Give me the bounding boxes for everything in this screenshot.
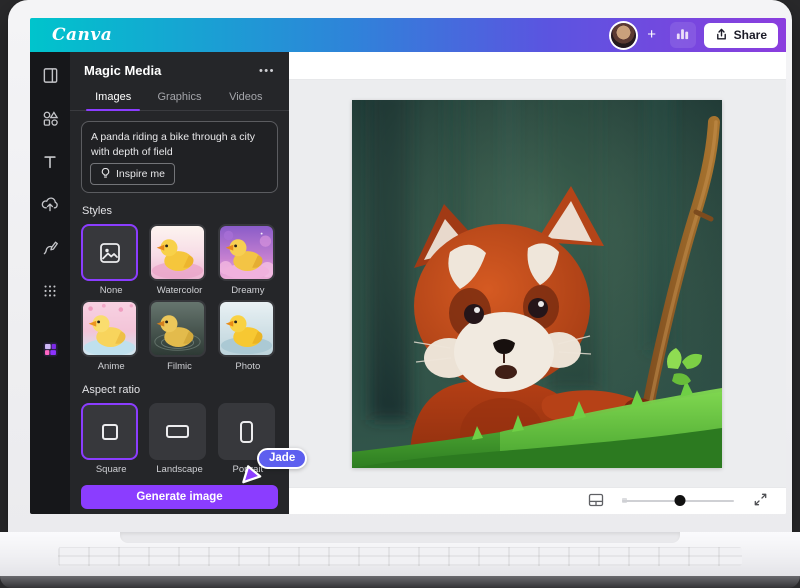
ratio-option-landscape[interactable]: Landscape xyxy=(149,403,209,475)
portrait-ratio-tile xyxy=(218,403,275,460)
duck-thumbnail-anime xyxy=(81,300,138,357)
text-icon xyxy=(42,154,58,173)
style-option-watercolor[interactable]: Watercolor xyxy=(149,224,209,296)
style-option-filmic[interactable]: Filmic xyxy=(149,300,209,372)
panel-content: A panda riding a bike through a city wit… xyxy=(70,111,289,509)
design-icon xyxy=(42,67,59,87)
panel-title: Magic Media xyxy=(84,63,161,78)
canvas-area[interactable] xyxy=(289,80,786,487)
grid-view-icon xyxy=(588,493,604,510)
image-placeholder-icon xyxy=(98,241,122,265)
laptop-keyboard xyxy=(58,547,742,566)
share-label: Share xyxy=(734,28,767,42)
ratio-label: Portrait xyxy=(218,464,278,475)
style-none-thumbnail xyxy=(81,224,138,281)
sidebar-item-text[interactable] xyxy=(40,154,60,172)
style-label: Dreamy xyxy=(218,285,278,296)
style-label: Anime xyxy=(81,361,141,372)
sidebar-item-uploads[interactable] xyxy=(40,197,60,215)
styles-heading: Styles xyxy=(82,205,277,217)
generate-image-button[interactable]: Generate image xyxy=(81,485,278,509)
style-label: Watercolor xyxy=(149,285,209,296)
sidebar-item-magic-media-app[interactable] xyxy=(40,342,60,360)
avatar[interactable] xyxy=(611,23,636,48)
analytics-button[interactable] xyxy=(670,22,696,48)
bar-chart-icon xyxy=(675,26,690,44)
expand-icon xyxy=(754,493,767,509)
zoom-slider-handle[interactable] xyxy=(675,495,686,506)
app-body: Magic Media ••• Images Graphics Videos A… xyxy=(30,52,786,514)
canvas-column xyxy=(289,52,786,514)
square-ratio-tile xyxy=(81,403,138,460)
laptop-mockup: Canva + Share xyxy=(0,0,800,588)
canva-logo[interactable]: Canva xyxy=(52,25,112,45)
canvas-toolbar xyxy=(289,52,786,80)
prompt-input[interactable]: A panda riding a bike through a city wit… xyxy=(81,121,278,193)
header-actions: + Share xyxy=(611,22,778,48)
share-button[interactable]: Share xyxy=(704,23,778,48)
laptop-keyboard-deck xyxy=(0,532,800,576)
elements-icon xyxy=(42,110,59,130)
style-option-none[interactable]: None xyxy=(81,224,141,296)
styles-grid: None Watercolor xyxy=(81,224,278,372)
style-label: None xyxy=(81,285,141,296)
inspire-me-button[interactable]: Inspire me xyxy=(90,163,175,185)
duck-thumbnail-filmic xyxy=(149,300,206,357)
landscape-shape-icon xyxy=(166,425,189,438)
sidebar-item-design[interactable] xyxy=(40,68,60,86)
style-label: Photo xyxy=(218,361,278,372)
uploads-icon xyxy=(41,196,59,216)
magic-media-panel: Magic Media ••• Images Graphics Videos A… xyxy=(70,52,289,514)
inspire-me-label: Inspire me xyxy=(116,168,165,180)
magic-media-app-icon xyxy=(42,341,59,361)
duck-thumbnail-watercolor xyxy=(149,224,206,281)
style-option-dreamy[interactable]: Dreamy xyxy=(218,224,278,296)
style-option-anime[interactable]: Anime xyxy=(81,300,141,372)
laptop-base-edge xyxy=(0,576,800,588)
prompt-value: A panda riding a bike through a city wit… xyxy=(91,130,268,160)
landscape-ratio-tile xyxy=(149,403,206,460)
canvas-bottom-bar xyxy=(289,487,786,514)
lightbulb-icon xyxy=(100,167,111,182)
sidebar-item-apps[interactable] xyxy=(40,283,60,301)
ratio-label: Square xyxy=(81,464,141,475)
tab-videos[interactable]: Videos xyxy=(213,85,279,110)
more-options-button[interactable]: ••• xyxy=(259,65,275,77)
sidebar-item-elements[interactable] xyxy=(40,111,60,129)
ratio-label: Landscape xyxy=(149,464,209,475)
app-window: Canva + Share xyxy=(30,18,786,514)
zoom-slider[interactable] xyxy=(622,495,734,507)
laptop-screen-bezel: Canva + Share xyxy=(8,0,792,532)
generated-image[interactable] xyxy=(352,100,722,468)
sidebar-item-draw[interactable] xyxy=(40,240,60,258)
apps-icon xyxy=(42,283,58,302)
portrait-shape-icon xyxy=(240,421,253,443)
grid-view-button[interactable] xyxy=(583,488,609,514)
style-option-photo[interactable]: Photo xyxy=(218,300,278,372)
ratio-option-portrait[interactable]: Portrait xyxy=(218,403,278,475)
draw-icon xyxy=(42,239,59,259)
aspect-ratio-heading: Aspect ratio xyxy=(82,384,277,396)
red-panda-artwork xyxy=(352,100,722,468)
tab-graphics[interactable]: Graphics xyxy=(146,85,212,110)
panel-header: Magic Media ••• xyxy=(70,52,289,85)
add-member-button[interactable]: + xyxy=(642,25,662,45)
ratio-option-square[interactable]: Square xyxy=(81,403,141,475)
aspect-ratio-grid: Square Landscape Portrait xyxy=(81,403,278,475)
style-label: Filmic xyxy=(149,361,209,372)
app-header: Canva + Share xyxy=(30,18,786,52)
duck-thumbnail-dreamy xyxy=(218,224,275,281)
duck-thumbnail-photo xyxy=(218,300,275,357)
side-rail xyxy=(30,52,70,514)
fullscreen-button[interactable] xyxy=(747,488,773,514)
upload-icon xyxy=(715,27,728,44)
panel-tabs: Images Graphics Videos xyxy=(70,85,289,111)
square-shape-icon xyxy=(102,424,118,440)
laptop-hinge xyxy=(120,532,680,543)
tab-images[interactable]: Images xyxy=(80,85,146,110)
